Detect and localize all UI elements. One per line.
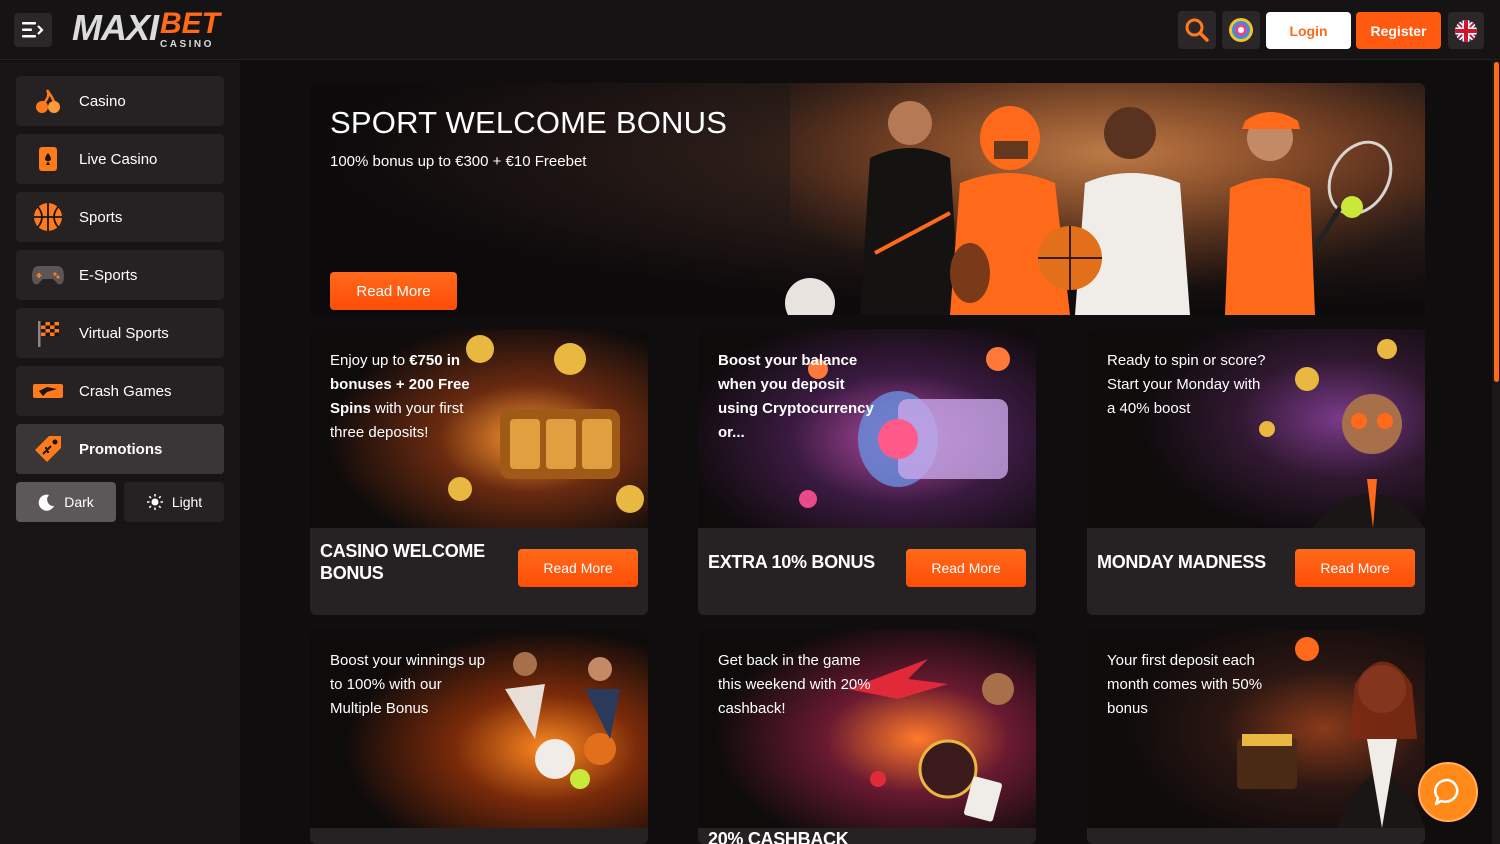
page-scrollbar-thumb[interactable] [1494,62,1499,382]
promo-card-description: Boost your winnings up to 100% with our … [330,652,486,717]
chat-bubble-icon [1433,778,1459,806]
promo-card-read-more-button[interactable]: Read More [518,549,638,587]
plane-icon [30,373,66,409]
promo-card-extra-bonus: Boost your balance when you deposit usin… [698,329,1036,615]
promo-card-description: Get back in the game this weekend with 2… [718,652,871,717]
sidebar-item-label: Crash Games [79,382,172,400]
logo-text-main: MAXI [72,7,159,48]
search-icon [1185,18,1209,42]
register-button[interactable]: Register [1356,12,1441,49]
promo-card-read-more-button[interactable]: Read More [906,549,1026,587]
logo-text-accent: BET [160,7,220,40]
sidebar-item-crash-games[interactable]: Crash Games [16,366,224,416]
sidebar-item-casino[interactable]: Casino [16,76,224,126]
sidebar-item-esports[interactable]: E-Sports [16,250,224,300]
promo-card-monday-madness: Ready to spin or score? Start your Monda… [1087,329,1425,615]
menu-toggle-button[interactable] [14,13,52,47]
sidebar-item-promotions[interactable]: Promotions [16,424,224,474]
checkered-flag-icon [30,315,66,351]
playing-card-icon [30,141,66,177]
moon-icon [38,493,56,511]
promo-card-description: Ready to spin or score? Start your Monda… [1107,352,1266,417]
sun-icon [146,493,164,511]
sidebar-item-label: Promotions [79,440,163,458]
promo-card-cashback: Get back in the game this weekend with 2… [698,629,1036,844]
hero-read-more-button[interactable]: Read More [330,272,457,310]
sidebar-item-virtual-sports[interactable]: Virtual Sports [16,308,224,358]
hero-subtitle: 100% bonus up to €300 + €10 Freebet [330,153,587,170]
dark-theme-label: Dark [64,494,94,510]
promo-card-multiple-bonus: Boost your winnings up to 100% with our … [310,629,648,844]
promo-card-title: MONDAY MADNESS [1097,552,1266,572]
search-button[interactable] [1178,11,1216,49]
live-chat-button[interactable] [1418,762,1478,822]
sidebar-item-label: E-Sports [79,266,138,284]
promo-card-description: Enjoy up to €750 in bonuses + 200 Free S… [330,352,470,441]
sidebar-item-label: Casino [79,92,126,110]
light-theme-label: Light [171,494,203,510]
dark-theme-button[interactable]: Dark [16,482,116,522]
promo-card-read-more-button[interactable]: Read More [1295,549,1415,587]
maxibet-logo[interactable]: MAXI BET CASINO [72,7,220,51]
promo-card-title: CASINO WELCOME BONUS [320,541,485,583]
sidebar-item-label: Virtual Sports [79,324,169,342]
logo-text-sub: CASINO [160,39,214,50]
tag-icon [30,431,66,467]
promo-card-title: EXTRA 10% BONUS [708,552,875,572]
promo-card-description: Your first deposit each month comes with… [1107,652,1263,717]
basketball-icon [30,199,66,235]
promo-card-title: 20% CASHBACK [708,829,849,844]
gamepad-icon [30,257,66,293]
light-theme-button[interactable]: Light [124,482,224,522]
uk-flag-icon [1455,19,1477,42]
chip-icon [1229,18,1253,42]
promo-card-monthly-bonus: Your first deposit each month comes with… [1087,629,1425,844]
sport-welcome-banner: SPORT WELCOME BONUS 100% bonus up to €30… [310,83,1425,315]
sidebar-item-sports[interactable]: Sports [16,192,224,242]
language-selector[interactable] [1448,12,1484,49]
top-header: MAXI BET CASINO Login Register [0,0,1500,60]
sidebar-item-live-casino[interactable]: Live Casino [16,134,224,184]
hero-title: SPORT WELCOME BONUS [330,105,728,140]
cherries-icon [30,83,66,119]
login-button[interactable]: Login [1266,12,1351,49]
casino-chip-button[interactable] [1222,11,1260,49]
sidebar-item-label: Live Casino [79,150,158,168]
promo-card-description: Boost your balance when you deposit usin… [718,352,874,441]
sidebar-item-label: Sports [79,208,123,226]
menu-icon [22,22,44,38]
promo-card-casino-welcome: Enjoy up to €750 in bonuses + 200 Free S… [310,329,648,615]
